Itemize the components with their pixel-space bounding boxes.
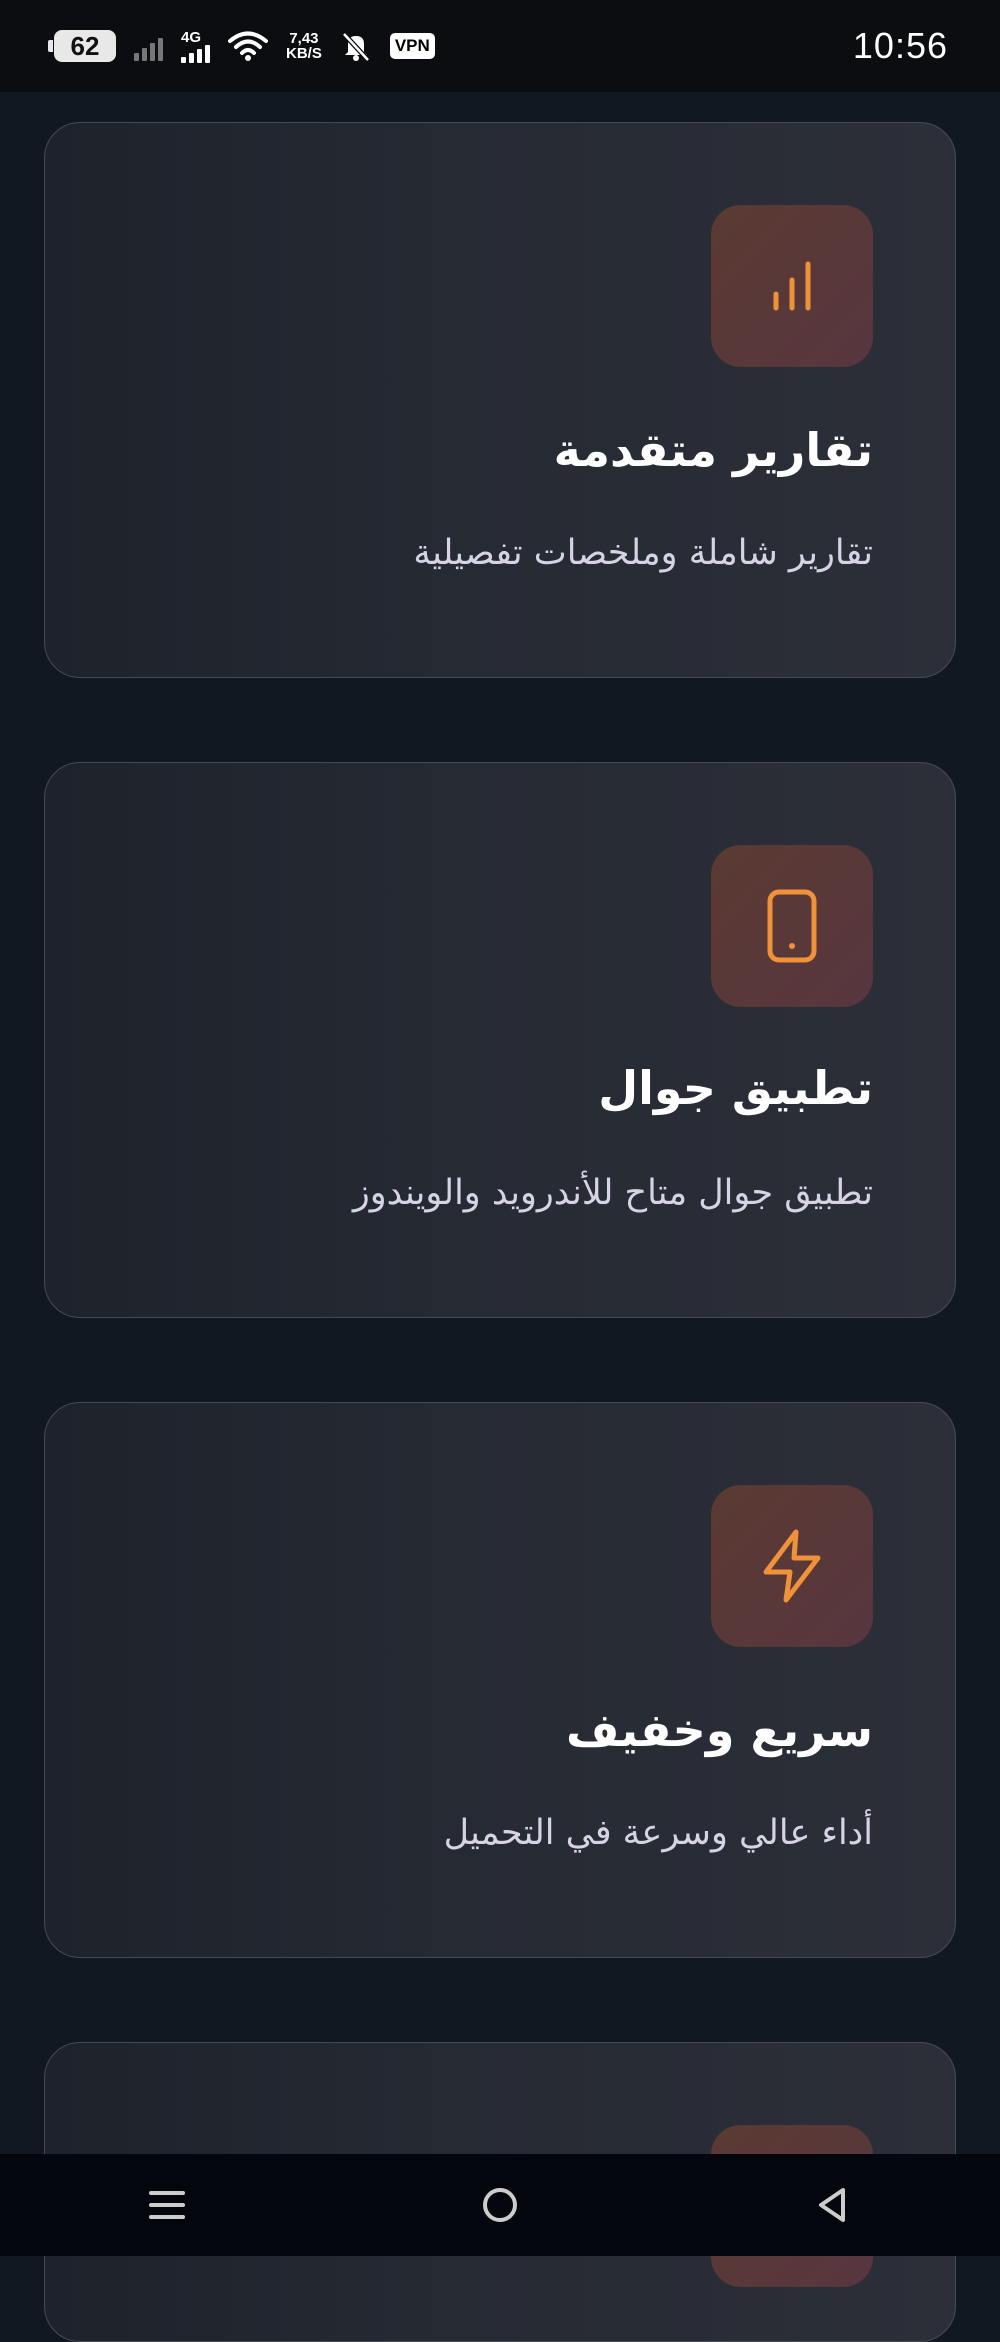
vpn-badge: VPN [389, 33, 435, 59]
feature-card-fast: سريع وخفيف أداء عالي وسرعة في التحميل [44, 1402, 956, 1958]
back-button[interactable] [803, 2175, 863, 2235]
feature-icon-box [711, 205, 873, 367]
feature-card-reports: تقارير متقدمة تقارير شاملة وملخصات تفصيل… [44, 122, 956, 678]
battery-level: 62 [70, 30, 100, 61]
speed-unit: KB/S [286, 45, 322, 62]
network-type: 4G [181, 28, 202, 46]
feature-icon-box [711, 1485, 873, 1647]
back-icon [819, 2188, 846, 2222]
speed-value: 7,43 [289, 30, 319, 47]
feature-title: سريع وخفيف [566, 1703, 873, 1757]
system-nav-bar [0, 2154, 1000, 2256]
menu-icon [148, 2191, 185, 2219]
signal-sim2-icon [134, 31, 163, 61]
battery-indicator: 62 [48, 30, 116, 62]
smartphone-icon [767, 889, 817, 963]
feature-card-mobile-app: تطبيق جوال تطبيق جوال متاح للأندرويد وال… [44, 762, 956, 1318]
feature-title: تقارير متقدمة [553, 423, 873, 477]
feature-icon-box [711, 845, 873, 1007]
feature-description: تقارير شاملة وملخصات تفصيلية [413, 533, 873, 573]
home-button[interactable] [470, 2175, 530, 2235]
feature-description: تطبيق جوال متاح للأندرويد والويندوز [352, 1173, 873, 1213]
feature-title: تطبيق جوال [598, 1061, 873, 1115]
recent-apps-button[interactable] [137, 2175, 197, 2235]
clock: 10:56 [852, 25, 948, 66]
signal-4g-icon: 4G [181, 30, 210, 63]
lightning-icon [763, 1529, 821, 1603]
status-icons: 62 4G 7,43 KB/S VPN [48, 30, 435, 63]
network-speed: 7,43 KB/S [286, 31, 322, 61]
wifi-icon [228, 31, 268, 61]
feature-description: أداء عالي وسرعة في التحميل [443, 1813, 873, 1853]
status-bar: 62 4G 7,43 KB/S VPN 10:56 [0, 0, 1000, 92]
bar-chart-icon [773, 261, 811, 311]
notifications-off-icon [342, 32, 370, 62]
home-icon [482, 2188, 517, 2222]
